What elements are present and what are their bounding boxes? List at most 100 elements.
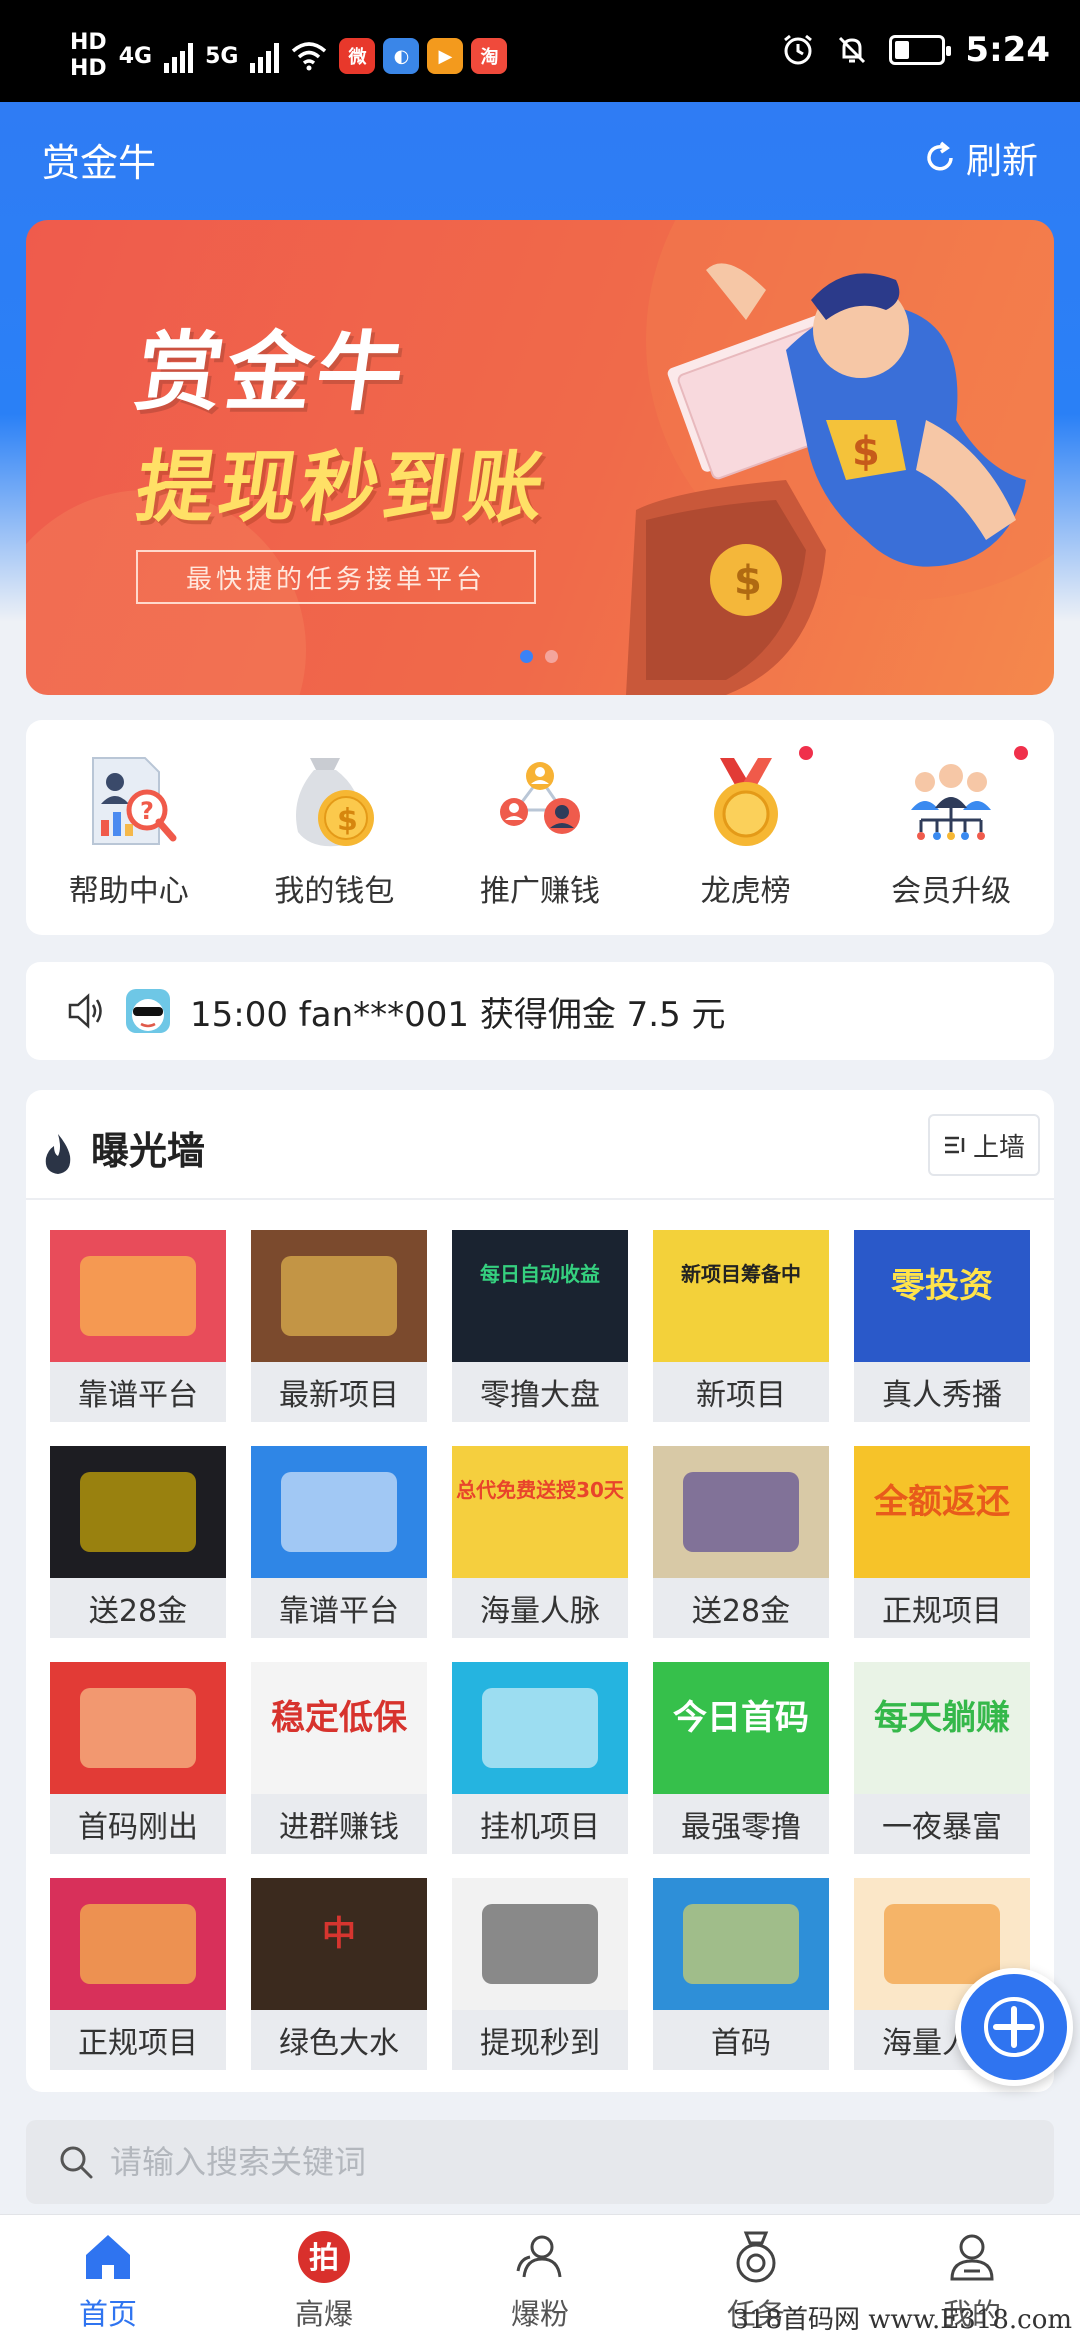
svg-text:$: $ (852, 429, 880, 475)
wallet-icon: $ (296, 758, 375, 847)
profile-icon (950, 2234, 994, 2281)
wall-item-thumbnail-graphic (884, 1904, 1000, 1984)
tab-home[interactable]: 首页 (0, 2215, 216, 2340)
notice-bar[interactable]: 15:00 fan***001 获得佣金 7.5 元 (26, 962, 1054, 1060)
wall-item[interactable]: 总代免费送授30天 海量人脉 (452, 1446, 628, 1638)
search-bar[interactable] (26, 2120, 1054, 2204)
search-icon (60, 2146, 93, 2179)
promote-icon (499, 762, 580, 834)
exposure-wall: 曝光墙 上墙 靠谱平台 最新项目 每日自动收益 零撸大盘 新项目筹备中 新项目 零投资真人秀… (26, 1090, 1054, 2092)
wall-item[interactable]: 今日首码 最强零撸 (653, 1662, 829, 1854)
promo-banner[interactable]: $ $ 赏金牛 提现秒到账 最快捷的任务接单平台 (26, 220, 1054, 695)
wall-item-thumbnail-text: 稳定低保 (271, 1698, 407, 1738)
search-input[interactable] (110, 2143, 1010, 2181)
quick-item-wallet[interactable]: $ 我的钱包 (239, 748, 429, 935)
quick-item-label: 帮助中心 (68, 874, 189, 909)
wall-item-thumbnail-text: 今日首码 (673, 1698, 809, 1738)
fire-icon (45, 1134, 71, 1174)
wall-item[interactable]: 每日自动收益 零撸大盘 (452, 1230, 628, 1422)
task-icon (736, 2231, 776, 2283)
wall-item-thumbnail (653, 1878, 829, 2010)
wall-item-thumbnail: 每天躺赚 (854, 1662, 1030, 1794)
wall-item-label: 送28金 (88, 1594, 188, 1629)
banner-dot[interactable] (545, 650, 558, 663)
app-title: 赏金牛 (42, 141, 157, 185)
refresh-button[interactable]: 刷新 (922, 132, 1038, 184)
wall-item[interactable]: 全额返还 正规项目 (854, 1446, 1030, 1638)
refresh-icon (927, 141, 953, 171)
hd-indicator-1: HD (70, 30, 107, 55)
wall-item[interactable]: 每天躺赚 一夜暴富 (854, 1662, 1030, 1854)
quick-item-membership[interactable]: 会员升级 (856, 746, 1046, 935)
banner-title: 赏金牛 (129, 323, 414, 423)
add-button[interactable] (955, 1968, 1073, 2086)
wall-item[interactable]: 新项目筹备中 新项目 (653, 1230, 829, 1422)
quick-item-help-center[interactable]: ? 帮助中心 (34, 748, 224, 935)
wall-item[interactable]: 正规项目 (50, 1878, 226, 2070)
wall-item-thumbnail: 零投资 (854, 1230, 1030, 1362)
speaker-icon (68, 993, 102, 1029)
wall-grid: 靠谱平台 最新项目 每日自动收益 零撸大盘 新项目筹备中 新项目 零投资真人秀播送28金 靠谱… (50, 1230, 1030, 2070)
wall-item-label: 一夜暴富 (882, 1810, 1002, 1845)
medal-icon (713, 758, 778, 846)
tab-label: 高爆 (294, 2297, 353, 2331)
status-app-icons: 微 ◐ ▶ 淘 (339, 38, 508, 74)
wall-item-thumbnail-graphic (281, 1472, 397, 1552)
wall-item[interactable]: 送28金 (50, 1446, 226, 1638)
taobao-icon: 淘 (471, 38, 508, 74)
tab-fans[interactable]: 爆粉 (432, 2215, 648, 2340)
wall-item-thumbnail-graphic (281, 1256, 397, 1336)
wall-item-label: 靠谱平台 (78, 1378, 198, 1413)
user-avatar (126, 989, 170, 1033)
fans-icon (516, 2235, 562, 2278)
wall-item-label: 送28金 (691, 1594, 791, 1629)
wall-item[interactable]: 最新项目 (251, 1230, 427, 1422)
hot-icon: 拍 (298, 2231, 350, 2283)
wall-item-label: 最新项目 (279, 1378, 399, 1413)
wall-item[interactable]: 靠谱平台 (251, 1446, 427, 1638)
status-bar: HD HD 4G 5G 微 ◐ ▶ 淘 5:24 (0, 0, 1080, 102)
tab-hot[interactable]: 拍 高爆 (216, 2215, 432, 2340)
wall-item-label: 提现秒到 (480, 2026, 600, 2061)
wall-item-thumbnail-text: 每日自动收益 (480, 1262, 600, 1286)
wall-title: 曝光墙 (91, 1129, 206, 1173)
wall-item-thumbnail-text: 中 (322, 1914, 356, 1954)
wall-item-label: 真人秀播 (882, 1378, 1002, 1413)
signal-icon-1 (164, 39, 194, 73)
wall-item-thumbnail: 稳定低保 (251, 1662, 427, 1794)
banner-subtitle: 最快捷的任务接单平台 (136, 550, 536, 604)
wall-item-thumbnail-graphic (683, 1904, 799, 1984)
notification-dot (1014, 746, 1029, 760)
quick-item-label: 会员升级 (891, 874, 1012, 909)
tab-label: 首页 (78, 2297, 137, 2331)
svg-text:?: ? (140, 797, 154, 825)
quick-item-promote[interactable]: 推广赚钱 (445, 748, 635, 935)
wall-item-thumbnail (251, 1230, 427, 1362)
wall-item-label: 挂机项目 (480, 1810, 600, 1845)
wall-item[interactable]: 提现秒到 (452, 1878, 628, 2070)
quick-item-label: 推广赚钱 (479, 874, 600, 909)
wall-item[interactable]: 送28金 (653, 1446, 829, 1638)
wall-item-thumbnail-graphic (80, 1904, 196, 1984)
notification-dot (798, 746, 813, 760)
quick-menu: ? 帮助中心 $ 我的钱包 推广赚钱 龙虎榜 会员升级 (26, 720, 1054, 935)
wall-item-thumbnail-graphic (482, 1688, 598, 1768)
wall-item[interactable]: 零投资 真人秀播 (854, 1230, 1030, 1422)
wifi-icon (292, 42, 327, 71)
members-icon (911, 764, 992, 840)
wall-item[interactable]: 挂机项目 (452, 1662, 628, 1854)
wall-item-thumbnail-graphic (482, 1904, 598, 1984)
wall-item-label: 靠谱平台 (279, 1594, 399, 1629)
wall-item[interactable]: 中绿色大水 (251, 1878, 427, 2070)
wall-item[interactable]: 靠谱平台 (50, 1230, 226, 1422)
post-to-wall-button[interactable]: 上墙 (928, 1114, 1040, 1176)
wall-item-label: 首码 (711, 2026, 771, 2061)
wall-item[interactable]: 首码刚出 (50, 1662, 226, 1854)
wall-item-thumbnail: 今日首码 (653, 1662, 829, 1794)
banner-dot[interactable] (520, 650, 533, 663)
wall-item-thumbnail-graphic (80, 1256, 196, 1336)
wall-item[interactable]: 首码 (653, 1878, 829, 2070)
wall-item-label: 最强零撸 (681, 1810, 801, 1845)
quick-item-leaderboard[interactable]: 龙虎榜 (651, 746, 841, 935)
wall-item[interactable]: 稳定低保 进群赚钱 (251, 1662, 427, 1854)
